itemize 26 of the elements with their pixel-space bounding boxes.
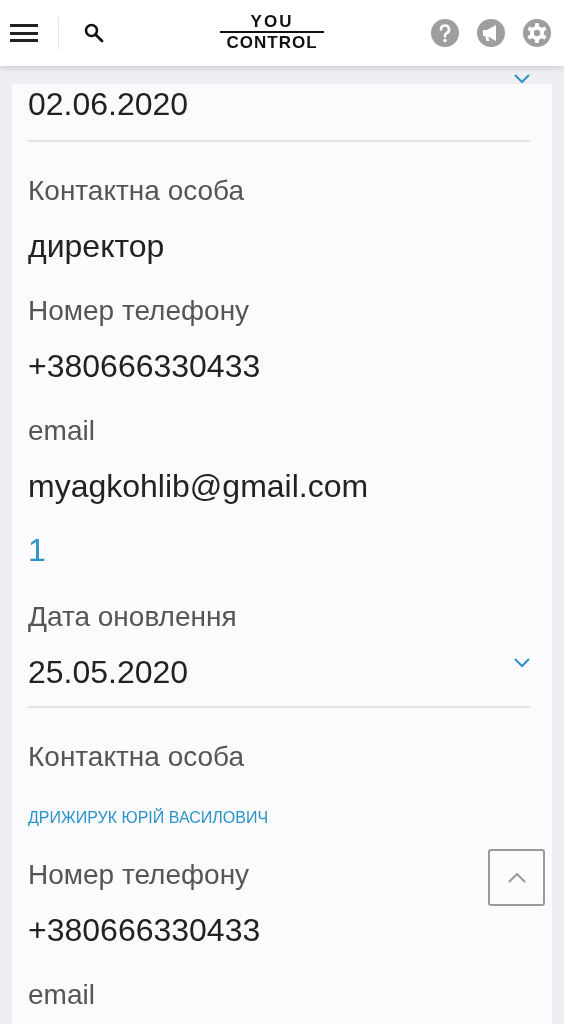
scroll-top-button[interactable] bbox=[488, 849, 545, 906]
field-value: +380666330433 bbox=[28, 911, 261, 950]
field-label: Номер телефону bbox=[28, 858, 250, 892]
chevron-down-icon[interactable] bbox=[514, 74, 530, 84]
field-label: Контактна особа bbox=[28, 740, 245, 774]
field-value: +380666330433 bbox=[28, 347, 261, 386]
logo[interactable]: YOU CONTROL bbox=[220, 13, 324, 53]
field-label: email bbox=[28, 978, 95, 1012]
field-label: Дата оновлення bbox=[28, 600, 237, 634]
chevron-up-icon bbox=[507, 872, 526, 883]
field-label: email bbox=[28, 414, 95, 448]
record-number: 1 bbox=[28, 531, 46, 570]
help-icon[interactable] bbox=[430, 18, 460, 48]
menu-icon[interactable] bbox=[10, 21, 38, 45]
field-value: myagkohlib@gmail.com bbox=[28, 467, 369, 506]
logo-text: YOU bbox=[220, 13, 324, 33]
settings-icon[interactable] bbox=[522, 18, 552, 48]
search-icon[interactable] bbox=[83, 22, 105, 44]
megaphone-icon[interactable] bbox=[476, 18, 506, 48]
field-label: Номер телефону bbox=[28, 294, 250, 328]
field-label: Контактна особа bbox=[28, 174, 245, 208]
date-value: 02.06.2020 bbox=[28, 85, 189, 124]
logo-text: CONTROL bbox=[226, 33, 318, 53]
field-value: директор bbox=[28, 227, 165, 266]
chevron-down-icon[interactable] bbox=[514, 658, 530, 668]
date-value: 25.05.2020 bbox=[28, 653, 189, 692]
